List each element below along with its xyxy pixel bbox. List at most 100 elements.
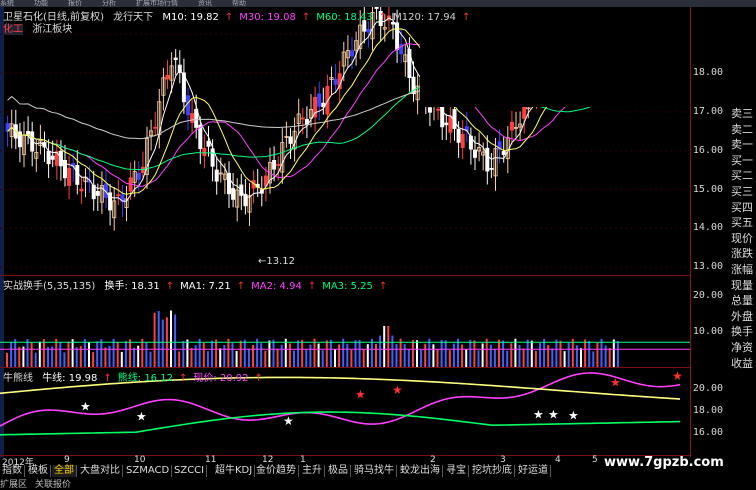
quote-label: 买一 [731, 153, 753, 167]
turnover-bar [219, 348, 222, 367]
indicator-tab[interactable]: 模板 [26, 465, 51, 477]
turnover-bar [534, 350, 537, 367]
turnover-bar [182, 340, 185, 367]
indicator-tab[interactable]: 好运道 [516, 465, 551, 477]
candle-body [136, 172, 141, 180]
turnover-bar [71, 339, 74, 367]
price-axis: 18.00 17.00 16.00 15.00 14.00 13.00 20.00 10.00… [690, 7, 729, 457]
date-label: 1 [300, 455, 306, 465]
turnover-bar [600, 338, 603, 367]
quote-label: 买二 [731, 169, 753, 183]
turnover-bar [588, 340, 591, 367]
turnover-panel[interactable]: 实战换手(5,35,135) 换手: 18.31 ↑ MA1: 7.21 ↑ MA2: … [0, 275, 690, 368]
indicator-tab[interactable]: 主升 [300, 465, 325, 477]
quote-label: 净资 [731, 340, 753, 354]
turnover-bar [506, 350, 509, 367]
turnover-name: 实战换手(5,35,135) [3, 281, 96, 292]
indicator-tab[interactable]: SZMACD [124, 465, 173, 477]
turnover-bar [358, 339, 361, 367]
sector-tag-zj[interactable]: 浙江板块 [32, 24, 72, 35]
turnover-bar [338, 344, 341, 367]
turnover-bar [223, 345, 226, 367]
candle-body [272, 160, 277, 170]
turnover-bar [211, 340, 213, 367]
indicator-tab[interactable]: 指数 [0, 465, 25, 477]
up-arrow-icon: ↑ [236, 281, 246, 292]
turnover-bar [407, 349, 410, 367]
extension-tabs[interactable]: 扩展区 关联报价 [0, 477, 79, 490]
turnover-bar [477, 350, 480, 367]
candle-body [202, 147, 207, 157]
turnover-bar [206, 351, 209, 367]
turnover-bar [383, 325, 386, 367]
star-marker: ★ [610, 375, 621, 389]
bull-name: 牛熊线 [3, 373, 33, 384]
turnover-bar [416, 340, 418, 367]
ma-value-2: M60: 18.43 [316, 12, 373, 23]
indicator-tab[interactable]: 寻宝 [444, 465, 469, 477]
turnover-bar [616, 341, 619, 367]
quote-label: 现量 [731, 278, 753, 292]
candle-body [46, 150, 51, 165]
turnover-bar [489, 344, 492, 367]
turnover-bar [305, 349, 308, 367]
extension-tab[interactable]: 扩展区 [0, 480, 27, 490]
indicator-tab[interactable]: 大盘对比 [78, 465, 123, 477]
ma-values: M10: 19.82 ↑ M30: 19.08 ↑ M60: 18.43 ↑ M120: 1… [162, 12, 476, 23]
price-tick: 17.00 [692, 105, 723, 117]
candle-body [366, 29, 371, 33]
indicator-tab[interactable]: 金价趋势 [254, 465, 299, 477]
turnover-bar [584, 339, 587, 367]
indicator-tab[interactable]: 超牛KDJ [213, 465, 256, 477]
bull-bear-panel[interactable]: ★ ★ ★ ★ ★ ★ ★ ★ ★ ★ 牛熊线 牛线: 19.98 ↑ 熊线: 16.12 ↑ 现价: 2… [0, 367, 690, 456]
turnover-bar [379, 335, 382, 367]
turnover-bar [104, 347, 107, 367]
turnover-bar [375, 343, 377, 367]
candle-body [276, 164, 281, 166]
quote-label: 卖二 [731, 122, 753, 136]
candle-body [26, 131, 31, 135]
bull-tick: 16.00 [692, 427, 723, 438]
turnover-bar [96, 341, 99, 367]
indicator-tab[interactable]: SZCCI [172, 465, 208, 477]
bull-values: 牛线: 19.98 ↑ 熊线: 16.12 ↑ 现价: 20.92 ↑ [42, 373, 269, 384]
turnover-value-0: 换手: 18.31 [104, 281, 160, 292]
candle-body [226, 172, 231, 195]
turnover-values: 换手: 18.31 ↑ MA1: 7.21 ↑ MA2: 4.94 ↑ MA3: 5.25 ↑ [105, 281, 394, 292]
ma-value-1: M30: 19.08 [239, 12, 296, 23]
date-label: 11 [205, 455, 217, 465]
turnover-bar [18, 346, 21, 367]
turnover-bar [612, 339, 615, 367]
turnover-bar [260, 343, 263, 367]
indicator-tab[interactable]: 挖坑抄底 [470, 465, 515, 477]
candle-body [509, 121, 514, 131]
turnover-bar [313, 338, 316, 367]
extension-tab[interactable]: 关联报价 [35, 480, 71, 490]
turnover-bar [317, 343, 320, 367]
menu-bar[interactable]: 系统 功能 报价 分析 扩展市场行情 资讯 帮助 [0, 0, 756, 7]
indicator-tab[interactable]: 蛟龙出海 [398, 465, 443, 477]
turnover-bar [391, 335, 394, 367]
candle-body [194, 109, 199, 128]
candlestick-panel[interactable]: 卫星石化(日线,前复权) 龙行天下 M10: 19.82 ↑ M30: 19.08 ↑… [0, 7, 690, 276]
turnover-bar [580, 348, 582, 367]
turnover-bar [42, 339, 45, 367]
up-arrow-icon: ↑ [178, 373, 188, 384]
quote-side-panel[interactable]: 卖三 卖二 卖一 买一 买二 买三 买四 买五 现价 涨跌 涨幅 现量 总量 外盘 换手 净资 收益 [731, 105, 756, 415]
indicator-tab[interactable]: 骑马找牛 [352, 465, 397, 477]
up-arrow-icon: ↑ [307, 281, 317, 292]
up-arrow-icon: ↑ [103, 373, 112, 384]
candle-body [427, 107, 432, 113]
turnover-bar [448, 350, 451, 367]
candle-body [214, 169, 219, 182]
turnover-bar [457, 338, 459, 367]
turnover-bar [592, 351, 595, 367]
indicator-tab[interactable]: 全部 [52, 465, 77, 477]
turnover-bar [514, 338, 517, 367]
turnover-bar [387, 325, 390, 367]
date-axis: 2012年 9 10 11 12 1 2 3 4 5 [0, 455, 690, 468]
sector-tag-chem[interactable]: 化工 [3, 24, 23, 35]
turnover-bar [133, 347, 136, 367]
indicator-tab[interactable]: 极品 [326, 465, 351, 477]
menu-item: 帮助 [232, 0, 246, 7]
